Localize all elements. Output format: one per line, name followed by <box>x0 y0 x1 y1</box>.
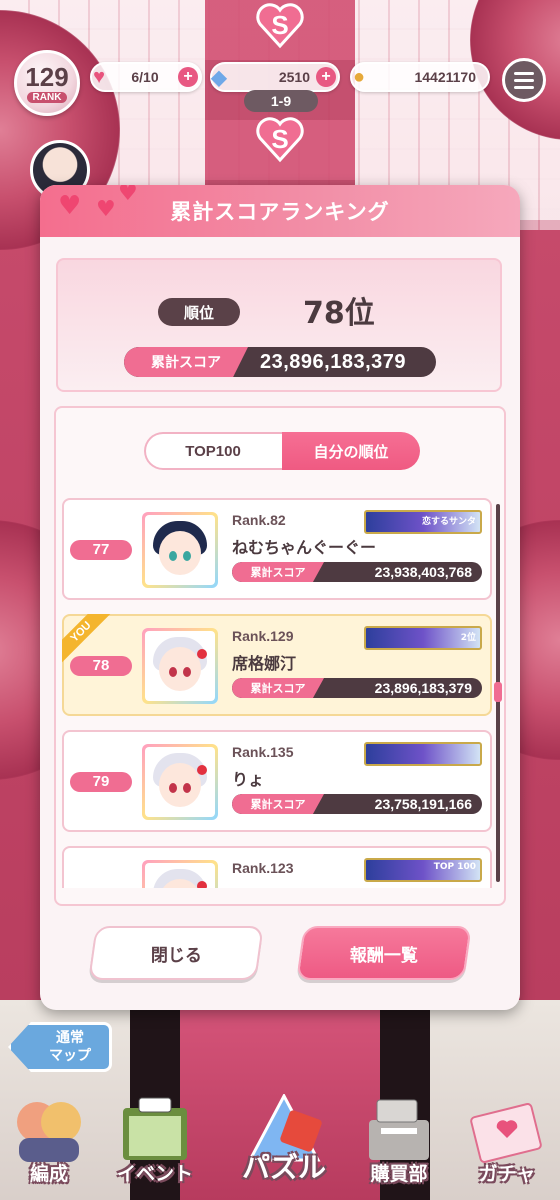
stage-heart-icon: S <box>255 0 305 50</box>
player-portrait[interactable] <box>142 744 218 820</box>
player-score-value: 23,896,183,379 <box>374 680 472 696</box>
diamond-icon: ◆ <box>211 66 227 89</box>
portrait-eye <box>183 551 191 561</box>
player-score-label: 累計スコア <box>232 562 324 582</box>
player-rank-number: 129 <box>25 61 69 92</box>
rank-label: 順位 <box>158 298 240 326</box>
my-score-panel: 順位 78位 累計スコア 23,896,183,379 <box>56 258 502 392</box>
modal-title: 累計スコアランキング <box>170 200 390 224</box>
ranking-modal: ♥ ♥ ♥ 累計スコアランキング 順位 78位 累計スコア 23,896,183… <box>40 185 520 1010</box>
player-name: 席格娜汀 <box>232 654 297 673</box>
ranking-tab-switch: TOP100 自分の順位 <box>144 432 420 470</box>
player-rank: Rank.129 <box>232 628 294 644</box>
heart-decoration-icon: ♥ <box>58 191 82 221</box>
player-score-value: 23,758,191,166 <box>374 796 472 812</box>
gacha-icon <box>470 1103 542 1163</box>
close-button[interactable]: 閉じる <box>88 926 264 980</box>
ranking-list-panel: TOP100 自分の順位 77 Rank.82 ねむちゃんぐーぐー 恋するサンタ… <box>54 406 506 906</box>
place-tag: 77 <box>70 540 132 560</box>
reward-list-button[interactable]: 報酬一覧 <box>296 926 472 980</box>
nav-team[interactable]: 編成 <box>0 1090 104 1190</box>
ranking-row[interactable]: YOU 78 Rank.129 席格娜汀 2位 累計スコア 23,896,183… <box>62 614 492 716</box>
player-rank: Rank.123 <box>232 860 294 876</box>
heart-decoration-icon: ♥ <box>118 185 138 206</box>
nav-gacha[interactable]: ガチャ <box>452 1090 560 1190</box>
portrait-eye <box>183 783 191 793</box>
flower-icon <box>197 881 207 888</box>
player-rank-label: RANK <box>26 91 68 103</box>
total-score-row: 累計スコア 23,896,183,379 <box>124 347 436 377</box>
portrait-eye <box>169 667 177 677</box>
player-rank: Rank.135 <box>232 744 294 760</box>
player-name: ねむちゃんぐーぐー <box>232 538 377 557</box>
heart-decoration-icon: ♥ <box>96 197 116 222</box>
portrait-eye <box>169 783 177 793</box>
ranking-row[interactable]: Rank.123 TOP 100 累計スコア <box>62 846 492 888</box>
add-stamina-button[interactable]: + <box>178 67 198 87</box>
title-banner <box>364 742 482 766</box>
title-banner: 2位 <box>364 626 482 650</box>
title-banner: TOP 100 <box>364 858 482 882</box>
total-score-label: 累計スコア <box>124 347 248 377</box>
player-name: りょ <box>232 770 265 789</box>
player-score-row: 累計スコア 23,938,403,768 <box>232 562 482 582</box>
player-score-label: 累計スコア <box>232 678 324 698</box>
nav-event[interactable]: イベント <box>100 1090 210 1190</box>
add-gems-button[interactable]: + <box>316 67 336 87</box>
player-rank: Rank.82 <box>232 512 286 528</box>
flower-icon <box>197 765 207 775</box>
event-icon <box>123 1097 187 1160</box>
player-score-row: 累計スコア 23,896,183,379 <box>232 678 482 698</box>
total-score-value: 23,896,183,379 <box>260 351 407 373</box>
ranking-list[interactable]: 77 Rank.82 ねむちゃんぐーぐー 恋するサンタ 累計スコア 23,938… <box>62 498 492 888</box>
stage-heart-icon: S <box>255 114 305 164</box>
tab-my-rank[interactable]: 自分の順位 <box>282 432 420 470</box>
portrait-face <box>159 647 201 691</box>
ranking-row[interactable]: 79 Rank.135 りょ 累計スコア 23,758,191,166 <box>62 730 492 832</box>
scrollbar-thumb[interactable] <box>494 682 502 702</box>
gem-counter: ◆ 2510 + <box>210 62 340 92</box>
shop-icon <box>369 1099 429 1160</box>
player-rank-badge[interactable]: 129 RANK <box>14 50 80 116</box>
place-tag: 78 <box>70 656 132 676</box>
bottom-nav: 編成 イベント パズル 購買部 ガチャ <box>0 1080 560 1200</box>
portrait-eye <box>169 551 177 561</box>
heart-icon: ♥ <box>93 65 105 88</box>
player-portrait[interactable] <box>142 860 218 888</box>
menu-button[interactable] <box>502 58 546 102</box>
title-banner: 恋するサンタ <box>364 510 482 534</box>
tab-top100[interactable]: TOP100 <box>144 432 282 470</box>
coin-icon: ● <box>352 65 366 88</box>
ranking-row[interactable]: 77 Rank.82 ねむちゃんぐーぐー 恋するサンタ 累計スコア 23,938… <box>62 498 492 600</box>
stamina-counter: ♥ 6/10 + <box>90 62 202 92</box>
portrait-face <box>159 763 201 807</box>
player-score-label: 累計スコア <box>232 794 324 814</box>
portrait-eye <box>183 667 191 677</box>
team-icon <box>17 1102 81 1162</box>
place-tag: 79 <box>70 772 132 792</box>
portrait-face <box>159 531 201 575</box>
rank-value: 78位 <box>303 296 375 331</box>
player-portrait[interactable] <box>142 628 218 704</box>
player-score-value: 23,938,403,768 <box>374 564 472 580</box>
coin-counter: ● 14421170 <box>350 62 490 92</box>
normal-map-label: 通常 マップ <box>49 1030 91 1064</box>
flower-icon <box>197 649 207 659</box>
player-portrait[interactable] <box>142 512 218 588</box>
nav-puzzle[interactable]: パズル <box>214 1090 354 1190</box>
stage-label: 1-9 <box>244 90 318 112</box>
modal-header: ♥ ♥ ♥ 累計スコアランキング <box>40 185 520 237</box>
player-score-row: 累計スコア 23,758,191,166 <box>232 794 482 814</box>
nav-shop[interactable]: 購買部 <box>344 1090 454 1190</box>
